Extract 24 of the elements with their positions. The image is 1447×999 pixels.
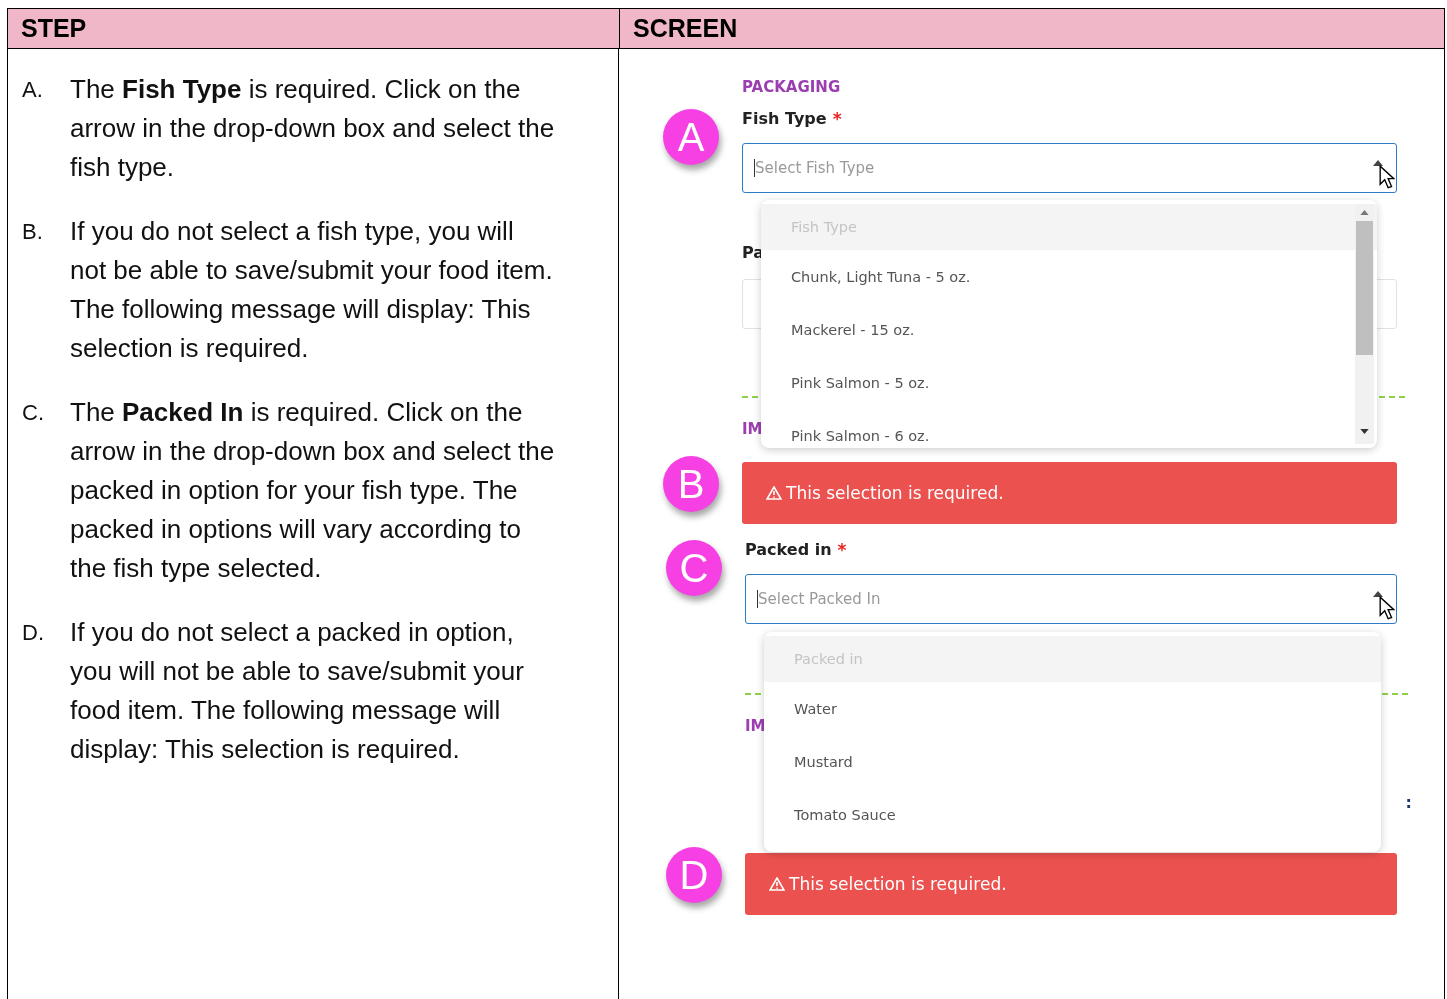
column-header: SCREEN — [632, 13, 738, 44]
required-mark: * — [837, 540, 847, 560]
step-letter: B. — [22, 218, 44, 246]
field-label: Fish Type — [742, 109, 827, 129]
callout-badge: A — [663, 109, 719, 165]
step-text: The Fish Type is required. Click on the arrow in the drop-down box and select the fish type. — [70, 73, 556, 184]
step-letter: D. — [22, 619, 45, 647]
step-text: If you do not select a packed in option, you will not be able to save/submit your food item. The following message will display: This selection is required. — [70, 616, 525, 766]
step-text: The Packed In is required. Click on the arrow in the drop-down box and select the packed in option for your fish type. The packed in options will vary according to the fish type selected. — [70, 396, 556, 585]
callout-badge: B — [663, 456, 719, 512]
error-message: This selection is required. — [742, 462, 1397, 524]
step-text: If you do not select a fish type, you will not be able to save/submit your food item. The following message will display: This selection is required. — [70, 215, 554, 365]
section-title: IM — [745, 717, 766, 735]
error-message: This selection is required. — [745, 853, 1397, 915]
callout-badge: D — [666, 847, 722, 903]
colon-mark: : — [1405, 793, 1412, 812]
column-header: STEP — [8, 9, 620, 48]
section-title: IM — [742, 420, 763, 438]
step-letter: A. — [22, 76, 44, 104]
required-mark: * — [832, 109, 842, 129]
callout-badge: C — [666, 540, 722, 596]
step-letter: C. — [22, 399, 45, 427]
section-title: PACKAGING — [742, 77, 842, 97]
field-label: Packed in — [745, 540, 832, 560]
